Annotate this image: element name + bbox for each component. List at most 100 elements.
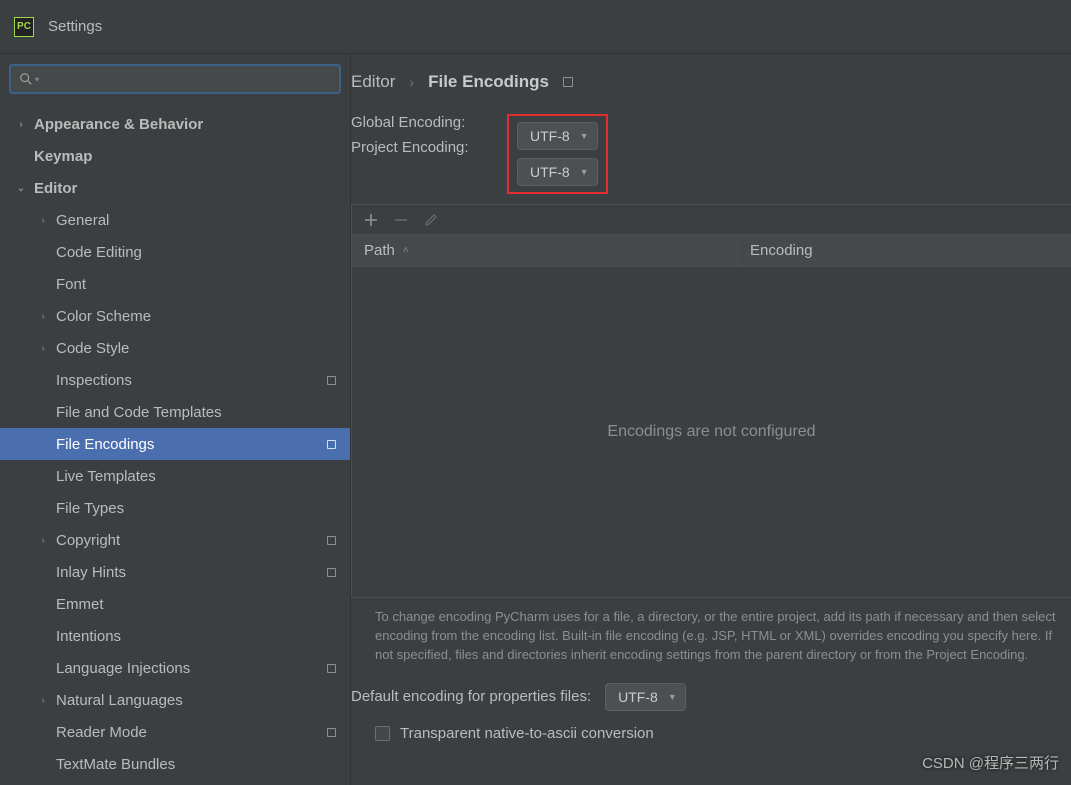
settings-tree: › Appearance & Behavior Keymap ⌄ Editor › Gene… xyxy=(0,104,350,785)
sidebar-item-natural-languages[interactable]: › Natural Languages xyxy=(0,684,350,716)
chevron-right-icon: › xyxy=(14,119,28,130)
sidebar-item-label: Intentions xyxy=(56,628,336,645)
transparent-label: Transparent native-to-ascii conversion xyxy=(400,725,654,742)
sidebar-item-label: TextMate Bundles xyxy=(56,756,336,773)
sidebar-item-label: General xyxy=(56,212,336,229)
global-encoding-value: UTF-8 xyxy=(530,128,570,144)
project-encoding-label: Project Encoding: xyxy=(351,139,507,156)
sidebar-item-copyright[interactable]: › Copyright xyxy=(0,524,350,556)
sidebar-item-font[interactable]: Font xyxy=(0,268,350,300)
sidebar-item-keymap[interactable]: Keymap xyxy=(0,140,350,172)
project-encoding-value: UTF-8 xyxy=(530,164,570,180)
sidebar-item-textmate-bundles[interactable]: TextMate Bundles xyxy=(0,748,350,780)
titlebar: PC Settings xyxy=(0,0,1071,54)
chevron-down-icon: ⌄ xyxy=(14,183,28,194)
sidebar-item-label: Live Templates xyxy=(56,468,336,485)
project-settings-icon xyxy=(563,77,573,87)
search-icon xyxy=(19,72,33,86)
sidebar: ▾ › Appearance & Behavior Keymap ⌄ Editor › Ge… xyxy=(0,54,351,785)
encodings-table: Path ˄ Encoding Encodings are not config… xyxy=(351,204,1071,598)
sort-asc-icon: ˄ xyxy=(403,245,409,256)
breadcrumb-root[interactable]: Editor xyxy=(351,72,395,92)
edit-icon[interactable] xyxy=(424,213,438,227)
table-empty-text: Encodings are not configured xyxy=(607,423,815,441)
modified-indicator-icon xyxy=(327,536,336,545)
sidebar-item-general[interactable]: › General xyxy=(0,204,350,236)
sidebar-item-file-encodings[interactable]: File Encodings xyxy=(0,428,350,460)
sidebar-item-label: Inspections xyxy=(56,372,327,389)
sidebar-item-inspections[interactable]: Inspections xyxy=(0,364,350,396)
sidebar-item-label: Natural Languages xyxy=(56,692,336,709)
sidebar-item-label: Inlay Hints xyxy=(56,564,327,581)
breadcrumb-current: File Encodings xyxy=(428,72,549,92)
remove-icon[interactable] xyxy=(394,213,408,227)
chevron-right-icon: › xyxy=(36,311,50,322)
chevron-right-icon: › xyxy=(36,695,50,706)
column-header-encoding[interactable]: Encoding xyxy=(738,235,1071,266)
table-toolbar xyxy=(352,205,1071,235)
chevron-right-icon: › xyxy=(36,215,50,226)
column-header-path[interactable]: Path ˄ xyxy=(352,235,738,266)
sidebar-item-label: File Encodings xyxy=(56,436,327,453)
sidebar-item-label: File Types xyxy=(56,500,336,517)
search-input-wrap[interactable]: ▾ xyxy=(9,64,341,94)
sidebar-item-appearance-behavior[interactable]: › Appearance & Behavior xyxy=(0,108,350,140)
global-encoding-label: Global Encoding: xyxy=(351,114,507,131)
add-icon[interactable] xyxy=(364,213,378,227)
sidebar-item-editor[interactable]: ⌄ Editor xyxy=(0,172,350,204)
modified-indicator-icon xyxy=(327,664,336,673)
dropdown-arrow-icon: ▼ xyxy=(580,167,589,177)
modified-indicator-icon xyxy=(327,568,336,577)
modified-indicator-icon xyxy=(327,376,336,385)
sidebar-item-intentions[interactable]: Intentions xyxy=(0,620,350,652)
sidebar-item-label: Code Editing xyxy=(56,244,336,261)
breadcrumb: Editor › File Encodings xyxy=(351,72,1071,92)
sidebar-item-file-types[interactable]: File Types xyxy=(0,492,350,524)
sidebar-item-inlay-hints[interactable]: Inlay Hints xyxy=(0,556,350,588)
sidebar-item-live-templates[interactable]: Live Templates xyxy=(0,460,350,492)
sidebar-item-label: Editor xyxy=(34,180,336,197)
sidebar-item-code-editing[interactable]: Code Editing xyxy=(0,236,350,268)
sidebar-item-emmet[interactable]: Emmet xyxy=(0,588,350,620)
table-empty-body: Encodings are not configured xyxy=(352,267,1071,597)
search-history-icon[interactable]: ▾ xyxy=(35,75,39,84)
sidebar-item-language-injections[interactable]: Language Injections xyxy=(0,652,350,684)
transparent-checkbox[interactable] xyxy=(375,726,390,741)
properties-encoding-dropdown[interactable]: UTF-8 ▼ xyxy=(605,683,686,711)
column-path-label: Path xyxy=(364,242,395,259)
dropdown-arrow-icon: ▼ xyxy=(580,131,589,141)
chevron-right-icon: › xyxy=(36,535,50,546)
help-text: To change encoding PyCharm uses for a fi… xyxy=(351,598,1071,677)
sidebar-item-label: Emmet xyxy=(56,596,336,613)
sidebar-item-label: Copyright xyxy=(56,532,327,549)
sidebar-item-label: Code Style xyxy=(56,340,336,357)
content-panel: Editor › File Encodings Global Encoding:… xyxy=(351,54,1071,785)
highlight-box: UTF-8 ▼ UTF-8 ▼ xyxy=(507,114,608,194)
search-input[interactable] xyxy=(45,71,331,87)
column-encoding-label: Encoding xyxy=(750,242,813,259)
modified-indicator-icon xyxy=(327,440,336,449)
settings-title: Settings xyxy=(48,18,102,35)
sidebar-item-label: Font xyxy=(56,276,336,293)
main-area: ▾ › Appearance & Behavior Keymap ⌄ Editor › Ge… xyxy=(0,54,1071,785)
sidebar-item-label: Reader Mode xyxy=(56,724,327,741)
breadcrumb-separator-icon: › xyxy=(409,74,414,90)
chevron-right-icon: › xyxy=(36,343,50,354)
sidebar-item-reader-mode[interactable]: Reader Mode xyxy=(0,716,350,748)
watermark: CSDN @程序三两行 xyxy=(922,752,1059,773)
sidebar-item-label: Keymap xyxy=(34,148,336,165)
properties-encoding-label: Default encoding for properties files: xyxy=(351,688,591,705)
modified-indicator-icon xyxy=(327,728,336,737)
sidebar-item-label: Appearance & Behavior xyxy=(34,116,336,133)
properties-encoding-value: UTF-8 xyxy=(618,689,658,705)
table-header: Path ˄ Encoding xyxy=(352,235,1071,267)
dropdown-arrow-icon: ▼ xyxy=(668,692,677,702)
sidebar-item-label: File and Code Templates xyxy=(56,404,336,421)
sidebar-item-file-and-code-templates[interactable]: File and Code Templates xyxy=(0,396,350,428)
app-logo-icon: PC xyxy=(14,17,34,37)
sidebar-item-code-style[interactable]: › Code Style xyxy=(0,332,350,364)
global-encoding-dropdown[interactable]: UTF-8 ▼ xyxy=(517,122,598,150)
sidebar-item-color-scheme[interactable]: › Color Scheme xyxy=(0,300,350,332)
project-encoding-dropdown[interactable]: UTF-8 ▼ xyxy=(517,158,598,186)
sidebar-item-label: Color Scheme xyxy=(56,308,336,325)
